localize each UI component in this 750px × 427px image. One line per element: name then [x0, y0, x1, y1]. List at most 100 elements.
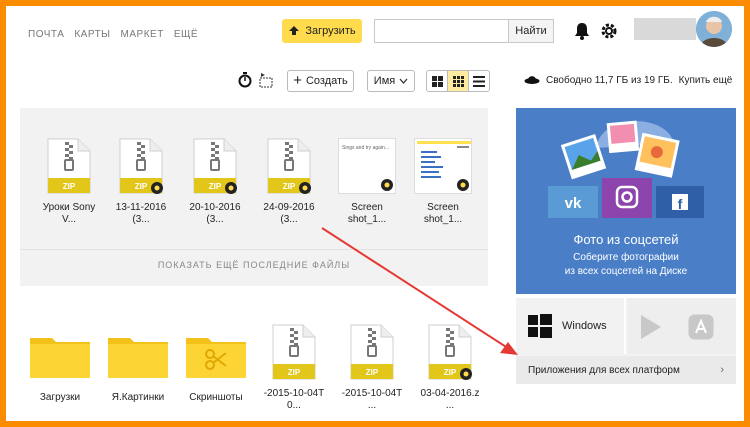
recent-item[interactable]: ZIP 13-11-2016 (3... — [110, 138, 172, 226]
promo-subtitle: Соберите фотографии из всех соцсетей на … — [516, 251, 736, 279]
gear-icon[interactable] — [600, 22, 618, 40]
recent-item[interactable]: ZIP 24-09-2016 (3... — [258, 138, 320, 226]
file-name-cont: V... — [61, 214, 77, 225]
file-name: 20-10-2016 — [189, 202, 241, 213]
windows-icon — [528, 314, 552, 338]
search-button[interactable]: Найти — [508, 19, 554, 43]
file-name: Screen — [351, 202, 383, 213]
avatar[interactable] — [696, 11, 732, 47]
folder-item[interactable]: Загрузки — [26, 324, 94, 404]
file-name: 03-04-2016.z — [420, 388, 480, 399]
svg-text:ZIP: ZIP — [135, 182, 148, 191]
buy-more-link[interactable]: Купить ещё — [679, 75, 733, 86]
recent-item[interactable]: Screen shot_1... — [412, 138, 474, 226]
google-play-icon[interactable] — [640, 314, 662, 340]
all-platforms-link[interactable]: Приложения для всех платформ › — [516, 356, 736, 384]
nav-item-mail[interactable]: ПОЧТА — [28, 29, 64, 40]
mobile-stores — [628, 298, 736, 354]
svg-text:f: f — [678, 196, 683, 212]
file-name: 13-11-2016 — [115, 202, 167, 213]
view-small-tiles[interactable] — [448, 71, 469, 91]
timer-icon[interactable] — [238, 72, 252, 88]
bell-icon[interactable] — [574, 22, 590, 40]
file-item[interactable]: ZIP -2015-10-04T ... — [338, 324, 406, 412]
chevron-right-icon: › — [720, 364, 724, 376]
file-item[interactable]: ZIP 03-04-2016.z ... — [416, 324, 484, 412]
search-input[interactable] — [374, 19, 508, 43]
folder-item[interactable]: Скриншоты — [182, 324, 250, 404]
small-tiles-icon — [452, 75, 464, 87]
top-nav: ПОЧТА КАРТЫ МАРКЕТ ЕЩЁ — [28, 29, 198, 40]
tool-icons — [238, 72, 274, 88]
chevron-down-icon — [399, 78, 408, 84]
zip-file-icon: ZIP — [428, 324, 472, 380]
zip-file-icon: ZIP — [119, 138, 163, 194]
file-name-cont: ... — [367, 400, 377, 411]
view-large-tiles[interactable] — [427, 71, 448, 91]
plus-icon: + — [293, 72, 302, 89]
upload-button[interactable]: Загрузить — [282, 19, 362, 43]
recent-files-panel: ZIP Уроки Sony V... ZIP 13-11-2016 (3...… — [20, 108, 488, 286]
nav-item-maps[interactable]: КАРТЫ — [74, 29, 110, 40]
upload-label: Загрузить — [305, 25, 356, 37]
file-name-cont: 0... — [287, 400, 301, 411]
file-name: Уроки Sony — [42, 202, 96, 213]
file-name-cont: shot_1... — [347, 214, 387, 225]
folder-item[interactable]: Я.Картинки — [104, 324, 172, 404]
screenshot-icon[interactable] — [258, 72, 274, 88]
zip-file-icon: ZIP — [267, 138, 311, 194]
sort-button[interactable]: Имя — [367, 70, 415, 92]
divider — [20, 249, 488, 250]
view-switcher — [426, 70, 490, 92]
zip-file-icon: ZIP — [193, 138, 237, 194]
zip-file-icon: ZIP — [350, 324, 394, 380]
upload-icon — [289, 26, 300, 35]
show-more-recent-link[interactable]: ПОКАЗАТЬ ЕЩЁ ПОСЛЕДНИЕ ФАЙЛЫ — [20, 260, 488, 270]
file-name: Загрузки — [39, 392, 81, 403]
user-name-placeholder[interactable] — [634, 18, 696, 40]
promo-subtitle-line: Соберите фотографии — [573, 252, 679, 263]
folder-icon — [30, 334, 90, 378]
social-photos-promo[interactable]: vk f Фото из соцсетей Соберите фотографи… — [516, 108, 736, 294]
disk-window: ПОЧТА КАРТЫ МАРКЕТ ЕЩЁ Загрузить Найти +… — [6, 6, 744, 421]
create-button[interactable]: + Создать — [287, 70, 354, 92]
windows-app-link[interactable]: Windows — [516, 298, 626, 354]
file-name: -2015-10-04T — [341, 388, 403, 399]
file-name-cont: (3... — [280, 214, 298, 225]
all-platforms-label: Приложения для всех платформ — [528, 365, 680, 376]
nav-item-more[interactable]: ЕЩЁ — [174, 29, 198, 40]
file-name: -2015-10-04T — [263, 388, 325, 399]
share-badge-icon — [381, 179, 393, 191]
screenshot-thumbnail: Sings and try again... — [338, 138, 396, 194]
file-name-cont: ... — [445, 400, 455, 411]
share-badge-icon — [457, 179, 469, 191]
file-name: Я.Картинки — [111, 392, 165, 403]
file-name: Скриншоты — [189, 392, 243, 403]
folder-icon — [108, 334, 168, 378]
recent-item[interactable]: Sings and try again... Screen shot_1... — [336, 138, 398, 226]
disk-cloud-icon — [524, 76, 540, 84]
svg-text:ZIP: ZIP — [209, 182, 222, 191]
recent-item[interactable]: ZIP 20-10-2016 (3... — [184, 138, 246, 226]
apps-panel: Windows Приложения для всех платформ › — [516, 298, 736, 384]
promo-subtitle-line: из всех соцсетей на Диске — [564, 266, 688, 277]
file-name-cont: shot_1... — [423, 214, 463, 225]
thumb-text: Sings and try again... — [342, 145, 389, 151]
zip-file-icon: ZIP — [47, 138, 91, 194]
svg-text:ZIP: ZIP — [283, 182, 296, 191]
file-item[interactable]: ZIP -2015-10-04T 0... — [260, 324, 328, 412]
file-name-cont: (3... — [132, 214, 150, 225]
list-icon — [473, 75, 485, 87]
windows-label: Windows — [562, 320, 607, 332]
file-name-cont: (3... — [206, 214, 224, 225]
svg-text:ZIP: ZIP — [444, 368, 457, 377]
file-name: 24-09-2016 — [263, 202, 315, 213]
nav-item-market[interactable]: МАРКЕТ — [121, 29, 164, 40]
create-label: Создать — [305, 75, 348, 87]
svg-text:ZIP: ZIP — [63, 182, 76, 191]
large-tiles-icon — [431, 75, 443, 87]
app-store-icon[interactable] — [688, 314, 714, 340]
view-list[interactable] — [469, 71, 489, 91]
zip-file-icon: ZIP — [272, 324, 316, 380]
recent-item[interactable]: ZIP Уроки Sony V... — [38, 138, 100, 226]
